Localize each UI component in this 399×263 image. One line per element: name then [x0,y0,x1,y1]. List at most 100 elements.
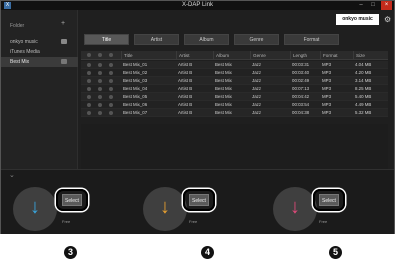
table-row[interactable]: Best Mix_04 Artist B Best Mix Jazz 00:07:13 M… [81,85,388,93]
cell-album: Best Mix [215,94,232,99]
chevron-down-icon[interactable]: ⌄ [9,171,15,179]
callout-ring-3 [313,189,345,211]
status-dot-icon [87,95,91,99]
status-dot-icon [98,87,102,91]
cell-length: 00:03:40 [292,70,310,75]
table-row[interactable]: Best Mix_05 Artist B Best Mix Jazz 00:04:42 M… [81,93,388,101]
cell-album: Best Mix [215,110,232,115]
status-dot-icon [98,103,102,107]
table-row[interactable]: Best Mix_01 Artist B Best Mix Jazz 00:03:31 M… [81,61,388,69]
cell-length: 00:03:31 [292,62,310,67]
status-dot-icon [109,95,113,99]
sidebar-item-itunes-media[interactable]: iTunes Media [1,47,78,57]
cell-format: MP3 [322,78,332,83]
callout-number-4: 4 [201,246,214,259]
cell-album: Best Mix [215,70,232,75]
sidebar-item-label: Best Mix [10,59,30,65]
sidebar-item-onkyo-music[interactable]: onkyo music [1,37,78,47]
status-dot-icon [109,103,113,107]
cell-genre: Jazz [252,86,262,91]
cell-size: 8.25 MB [355,86,372,91]
cell-artist: Artist B [178,102,193,107]
tab-artist[interactable]: Artist [134,34,179,45]
folder-icon [61,39,67,44]
cell-genre: Jazz [252,70,262,75]
cell-genre: Jazz [252,78,262,83]
status-dot-icon [87,103,91,107]
status-dot-icon [87,79,91,83]
column-header-size[interactable]: Size [353,51,388,60]
cell-artist: Artist B [178,78,193,83]
add-folder-icon[interactable]: + [61,20,65,27]
cell-size: 3.14 MB [355,78,372,83]
cell-album: Best Mix [215,78,232,83]
cell-format: MP3 [322,86,332,91]
cell-title: Best Mix_07 [123,110,148,115]
cell-album: Best Mix [215,86,232,91]
maximize-icon[interactable]: □ [368,1,378,10]
status-dot-icon [87,111,91,115]
close-icon[interactable]: × [381,1,392,10]
callout-number-5: 5 [329,246,342,259]
table-row[interactable]: Best Mix_06 Artist B Best Mix Jazz 00:03:54 M… [81,101,388,109]
cell-title: Best Mix_02 [123,70,148,75]
tab-genre[interactable]: Genre [234,34,279,45]
column-header-title[interactable]: Title [121,51,176,60]
table-row[interactable]: Best Mix_07 Artist B Best Mix Jazz 00:04:38 M… [81,109,388,117]
cell-length: 00:04:42 [292,94,310,99]
callout-ring-1 [56,189,88,211]
cell-genre: Jazz [252,62,262,67]
free-space-label-1: Free [62,219,71,224]
cell-title: Best Mix_01 [123,62,148,67]
cell-size: 4.04 MB [355,62,372,67]
title-bar: X X-DAP Link – □ × [1,1,394,10]
cell-size: 5.32 MB [355,110,372,115]
cell-genre: Jazz [252,110,262,115]
sidebar-item-label: onkyo music [10,39,38,45]
column-header-format[interactable]: Format [320,51,353,60]
tab-title[interactable]: Title [84,34,129,45]
cell-title: Best Mix_04 [123,86,148,91]
cell-title: Best Mix_03 [123,78,148,83]
download-arrow-icon: ↓ [290,196,300,218]
device-transfer-2[interactable]: ↓ [143,187,187,231]
cell-size: 4.49 MB [355,102,372,107]
cell-artist: Artist B [178,70,193,75]
column-header-genre[interactable]: Genre [250,51,290,60]
status-dot-icon [87,53,91,57]
cell-length: 00:03:54 [292,102,310,107]
folder-sidebar: Folder + onkyo music iTunes Media Best M… [1,10,78,169]
gear-icon[interactable]: ⚙ [384,14,391,25]
status-dot-icon [109,111,113,115]
track-list: Best Mix_01 Artist B Best Mix Jazz 00:03:31 M… [81,61,388,117]
playlist-icon [61,59,67,64]
column-header-artist[interactable]: Artist [176,51,213,60]
sidebar-item-best-mix[interactable]: Best Mix [1,57,78,67]
free-space-label-3: Free [319,219,328,224]
device-transfer-3[interactable]: ↓ [273,187,317,231]
download-arrow-icon: ↓ [30,196,40,218]
minimize-icon[interactable]: – [356,1,366,10]
tab-format[interactable]: Format [284,34,339,45]
free-space-label-2: Free [189,219,198,224]
app-window: X X-DAP Link – □ × Folder + onkyo music … [0,0,395,234]
status-dot-icon [109,71,113,75]
tab-album[interactable]: Album [184,34,229,45]
folder-heading: Folder [10,23,25,29]
column-header-length[interactable]: Length [290,51,320,60]
status-dot-icon [98,71,102,75]
download-arrow-icon: ↓ [160,196,170,218]
status-dot-icon [98,79,102,83]
table-row[interactable]: Best Mix_03 Artist B Best Mix Jazz 00:02:49 M… [81,77,388,85]
cell-title: Best Mix_05 [123,94,148,99]
status-dot-icon [87,63,91,67]
column-header-album[interactable]: Album [213,51,250,60]
cell-title: Best Mix_06 [123,102,148,107]
cell-artist: Artist B [178,62,193,67]
table-row[interactable]: Best Mix_02 Artist B Best Mix Jazz 00:03:40 M… [81,69,388,77]
status-dot-icon [98,63,102,67]
cell-length: 00:04:38 [292,110,310,115]
cell-album: Best Mix [215,102,232,107]
status-dot-icon [98,53,102,57]
device-transfer-1[interactable]: ↓ [13,187,57,231]
